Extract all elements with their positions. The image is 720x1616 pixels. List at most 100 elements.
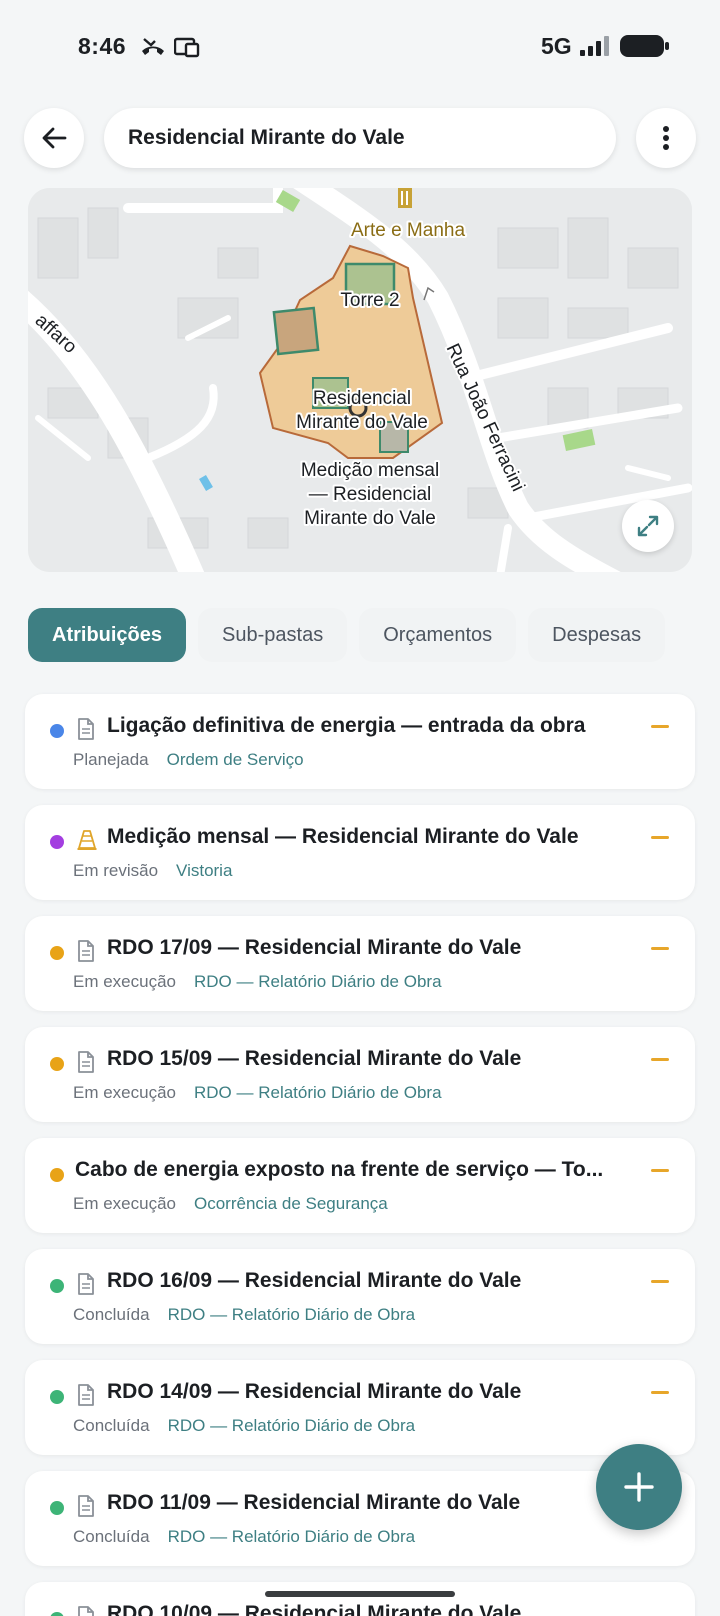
item-title: RDO 16/09 — Residencial Mirante do Vale: [107, 1269, 522, 1292]
item-meta: Em revisão Vistoria: [73, 861, 232, 881]
priority-medium-icon: [651, 1169, 669, 1172]
item-title: RDO 15/09 — Residencial Mirante do Vale: [107, 1047, 522, 1070]
category-label: RDO — Relatório Diário de Obra: [167, 1305, 416, 1324]
category-label: RDO — Relatório Diário de Obra: [167, 1527, 416, 1546]
status-label: Concluída: [73, 1305, 150, 1324]
status-label: Em execução: [73, 1194, 176, 1213]
site-map[interactable]: Arte e Manha Torre 2 Residencial Mirante…: [28, 188, 692, 572]
item-title: RDO 10/09 — Residencial Mirante do Vale: [107, 1602, 522, 1616]
more-vertical-icon: [663, 126, 669, 150]
priority-medium-icon: [651, 1058, 669, 1061]
document-icon: [77, 1495, 97, 1517]
item-meta: Em execução RDO — Relatório Diário de Obr…: [73, 1083, 442, 1103]
plus-icon: [624, 1472, 654, 1502]
home-indicator[interactable]: [265, 1591, 455, 1597]
item-meta: Planejada Ordem de Serviço: [73, 750, 304, 770]
app-screen: 8:46 5G Residencial Mirante do Vale Arte…: [0, 0, 720, 1616]
item-title: RDO 17/09 — Residencial Mirante do Vale: [107, 936, 522, 959]
document-icon: [77, 940, 97, 962]
category-label: Ordem de Serviço: [166, 750, 304, 769]
tab-expenses[interactable]: Despesas: [528, 608, 666, 662]
add-button[interactable]: [596, 1444, 682, 1530]
priority-medium-icon: [651, 1391, 669, 1394]
status-dot: [50, 724, 64, 738]
item-meta: Concluída RDO — Relatório Diário de Obra: [73, 1305, 415, 1325]
priority-medium-icon: [651, 725, 669, 728]
tab-subfolders[interactable]: Sub-pastas: [198, 608, 348, 662]
category-label: Vistoria: [176, 861, 233, 880]
status-dot: [50, 1501, 64, 1515]
map-label-measure-1: Medição mensal: [301, 460, 439, 481]
missed-call-icon: [140, 36, 166, 63]
network-type: 5G: [541, 33, 572, 59]
status-label: Em execução: [73, 1083, 176, 1102]
status-dot: [50, 1612, 64, 1616]
status-label: Concluída: [73, 1527, 150, 1546]
status-dot: [50, 946, 64, 960]
category-label: RDO — Relatório Diário de Obra: [167, 1416, 416, 1435]
map-label-measure-3: Mirante do Vale: [304, 508, 436, 529]
status-bar: 8:46 5G: [0, 0, 720, 92]
status-label: Em revisão: [73, 861, 159, 880]
map-label-site-1: Residencial: [313, 388, 411, 409]
signal-icon: [580, 35, 610, 62]
item-meta: Em execução RDO — Relatório Diário de Obr…: [73, 972, 442, 992]
document-icon: [77, 1273, 97, 1295]
arrow-left-icon: [42, 127, 67, 149]
document-icon: [77, 718, 97, 740]
status-dot: [50, 1279, 64, 1293]
list-item[interactable]: Ligação definitiva de energia — entrada …: [25, 694, 695, 789]
expand-icon: [637, 515, 659, 537]
list-item[interactable]: Medição mensal — Residencial Mirante do …: [25, 805, 695, 900]
category-label: RDO — Relatório Diário de Obra: [194, 972, 442, 991]
more-options-button[interactable]: [636, 108, 696, 168]
document-icon: [77, 1606, 97, 1616]
status-label: Concluída: [73, 1416, 150, 1435]
status-label: Planejada: [73, 750, 149, 769]
tab-assignments[interactable]: Atribuições: [28, 608, 187, 662]
cone-icon: [77, 829, 97, 851]
tab-budgets[interactable]: Orçamentos: [359, 608, 517, 662]
battery-icon: [620, 35, 670, 62]
cast-icon: [173, 36, 200, 63]
priority-medium-icon: [651, 1280, 669, 1283]
item-title: Ligação definitiva de energia — entrada …: [107, 714, 586, 737]
item-meta: Concluída RDO — Relatório Diário de Obra: [73, 1527, 415, 1547]
project-title-field[interactable]: Residencial Mirante do Vale: [104, 108, 616, 168]
project-title: Residencial Mirante do Vale: [128, 126, 405, 149]
document-icon: [77, 1051, 97, 1073]
status-dot: [50, 1390, 64, 1404]
status-label: Em execução: [73, 972, 176, 991]
map-canvas[interactable]: Arte e Manha Torre 2 Residencial Mirante…: [28, 188, 692, 572]
back-button[interactable]: [24, 108, 84, 168]
document-icon: [77, 1384, 97, 1406]
map-label-site-2: Mirante do Vale: [296, 412, 428, 433]
item-meta: Em execução Ocorrência de Segurança: [73, 1194, 388, 1214]
list-item[interactable]: RDO 15/09 — Residencial Mirante do Vale E…: [25, 1027, 695, 1122]
list-item[interactable]: Cabo de energia exposto na frente de ser…: [25, 1138, 695, 1233]
status-dot: [50, 1057, 64, 1071]
section-tabs: Atribuições Sub-pastas Orçamentos Despes…: [28, 608, 720, 662]
list-item[interactable]: RDO 11/09 — Residencial Mirante do Vale C…: [25, 1471, 695, 1566]
expand-map-button[interactable]: [622, 500, 674, 552]
map-label-tower: Torre 2: [340, 290, 399, 311]
priority-medium-icon: [651, 947, 669, 950]
item-title: Cabo de energia exposto na frente de ser…: [75, 1158, 604, 1181]
item-meta: Concluída RDO — Relatório Diário de Obra: [73, 1416, 415, 1436]
item-title: Medição mensal — Residencial Mirante do …: [107, 825, 579, 848]
assignment-list: Ligação definitiva de energia — entrada …: [25, 694, 695, 1616]
item-title: RDO 14/09 — Residencial Mirante do Vale: [107, 1380, 522, 1403]
map-label-poi: Arte e Manha: [351, 220, 465, 241]
category-label: Ocorrência de Segurança: [194, 1194, 388, 1213]
item-title: RDO 11/09 — Residencial Mirante do Vale: [107, 1491, 521, 1514]
list-item[interactable]: RDO 10/09 — Residencial Mirante do Vale: [25, 1582, 695, 1616]
clock: 8:46: [78, 33, 127, 59]
status-dot: [50, 835, 64, 849]
category-label: RDO — Relatório Diário de Obra: [194, 1083, 442, 1102]
status-dot: [50, 1168, 64, 1182]
map-label-measure-2: — Residencial: [309, 484, 432, 505]
list-item[interactable]: RDO 17/09 — Residencial Mirante do Vale E…: [25, 916, 695, 1011]
list-item[interactable]: RDO 14/09 — Residencial Mirante do Vale C…: [25, 1360, 695, 1455]
list-item[interactable]: RDO 16/09 — Residencial Mirante do Vale C…: [25, 1249, 695, 1344]
priority-medium-icon: [651, 836, 669, 839]
